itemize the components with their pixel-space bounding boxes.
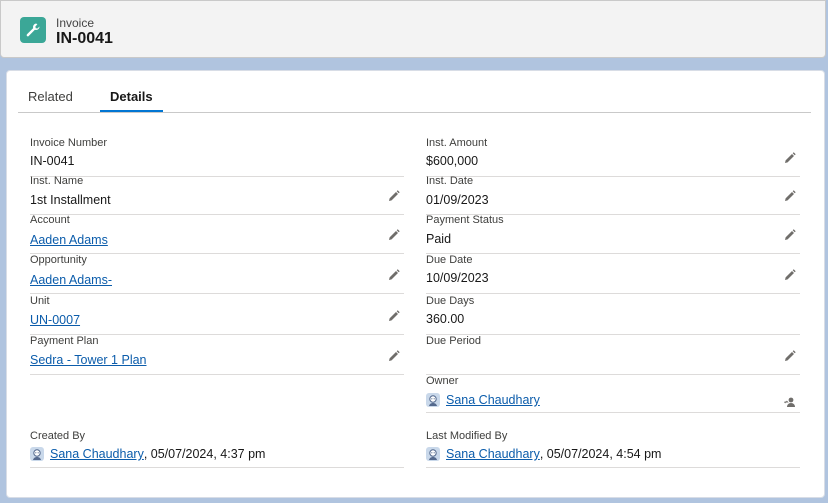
field-label: Inst. Name bbox=[30, 175, 84, 187]
field-label: Last Modified By bbox=[426, 430, 508, 442]
field-label: Opportunity bbox=[30, 254, 87, 266]
field-value: 10/09/2023 bbox=[426, 271, 489, 285]
field-invoice-number: Invoice Number IN-0041 bbox=[30, 137, 404, 177]
field-last-modified-by: Last Modified By Sana Chaudhary , 05/07/… bbox=[426, 430, 800, 468]
payment-plan-link[interactable]: Sedra - Tower 1 Plan bbox=[30, 353, 147, 367]
avatar bbox=[30, 447, 44, 461]
field-label: Inst. Amount bbox=[426, 137, 488, 149]
record-title: IN-0041 bbox=[56, 30, 113, 47]
field-value: 360.00 bbox=[426, 312, 465, 326]
account-link[interactable]: Aaden Adams bbox=[30, 233, 108, 247]
field-value: Paid bbox=[426, 232, 452, 246]
owner-value: Sana Chaudhary bbox=[426, 393, 540, 407]
field-due-date: Due Date 10/09/2023 bbox=[426, 254, 800, 294]
field-due-days: Due Days 360.00 bbox=[426, 295, 800, 335]
field-label: Created By bbox=[30, 430, 86, 442]
field-value: 01/09/2023 bbox=[426, 193, 489, 207]
field-label: Account bbox=[30, 214, 70, 226]
pencil-icon[interactable] bbox=[784, 269, 796, 281]
created-by-value: Sana Chaudhary , 05/07/2024, 4:37 pm bbox=[30, 447, 265, 461]
pencil-icon[interactable] bbox=[388, 229, 400, 241]
field-value: $600,000 bbox=[426, 154, 479, 168]
pencil-icon[interactable] bbox=[388, 350, 400, 362]
object-type-label: Invoice bbox=[56, 16, 95, 30]
avatar bbox=[426, 447, 440, 461]
field-value: 1st Installment bbox=[30, 193, 111, 207]
field-payment-plan: Payment Plan Sedra - Tower 1 Plan bbox=[30, 335, 404, 375]
pencil-icon[interactable] bbox=[784, 229, 796, 241]
field-inst-amount: Inst. Amount $600,000 bbox=[426, 137, 800, 177]
pencil-icon[interactable] bbox=[388, 190, 400, 202]
tab-details[interactable]: Details bbox=[100, 84, 163, 112]
field-label: Payment Status bbox=[426, 214, 504, 226]
avatar bbox=[426, 393, 440, 407]
pencil-icon[interactable] bbox=[784, 152, 796, 164]
header-band bbox=[0, 58, 828, 70]
last-modified-by-value: Sana Chaudhary , 05/07/2024, 4:54 pm bbox=[426, 447, 661, 461]
field-label: Owner bbox=[426, 375, 459, 387]
field-opportunity: Opportunity Aaden Adams- bbox=[30, 254, 404, 294]
field-label: Inst. Date bbox=[426, 175, 474, 187]
created-by-link[interactable]: Sana Chaudhary bbox=[50, 447, 144, 461]
field-created-by: Created By Sana Chaudhary , 05/07/2024, … bbox=[30, 430, 404, 468]
field-label: Invoice Number bbox=[30, 137, 108, 149]
field-label: Payment Plan bbox=[30, 335, 99, 347]
field-label: Due Days bbox=[426, 295, 475, 307]
field-payment-status: Payment Status Paid bbox=[426, 214, 800, 254]
field-inst-date: Inst. Date 01/09/2023 bbox=[426, 175, 800, 215]
opportunity-link[interactable]: Aaden Adams- bbox=[30, 273, 112, 287]
field-label: Due Period bbox=[426, 335, 482, 347]
field-account: Account Aaden Adams bbox=[30, 214, 404, 254]
tab-related[interactable]: Related bbox=[28, 84, 73, 112]
tab-bar: Related Details bbox=[18, 84, 811, 113]
field-owner: Owner Sana Chaudhary bbox=[426, 375, 800, 413]
field-value: IN-0041 bbox=[30, 154, 75, 168]
pencil-icon[interactable] bbox=[388, 310, 400, 322]
pencil-icon[interactable] bbox=[784, 190, 796, 202]
wrench-icon bbox=[20, 17, 46, 43]
field-due-period: Due Period bbox=[426, 335, 800, 375]
pencil-icon[interactable] bbox=[388, 269, 400, 281]
last-modified-date: , 05/07/2024, 4:54 pm bbox=[539, 447, 662, 461]
field-label: Unit bbox=[30, 295, 50, 307]
record-header: Invoice IN-0041 bbox=[0, 0, 826, 58]
change-owner-icon[interactable] bbox=[784, 396, 796, 408]
owner-link[interactable]: Sana Chaudhary bbox=[446, 393, 540, 407]
unit-link[interactable]: UN-0007 bbox=[30, 313, 80, 327]
field-inst-name: Inst. Name 1st Installment bbox=[30, 175, 404, 215]
pencil-icon[interactable] bbox=[784, 350, 796, 362]
created-date: , 05/07/2024, 4:37 pm bbox=[143, 447, 266, 461]
field-unit: Unit UN-0007 bbox=[30, 295, 404, 335]
last-modified-by-link[interactable]: Sana Chaudhary bbox=[446, 447, 540, 461]
field-label: Due Date bbox=[426, 254, 473, 266]
